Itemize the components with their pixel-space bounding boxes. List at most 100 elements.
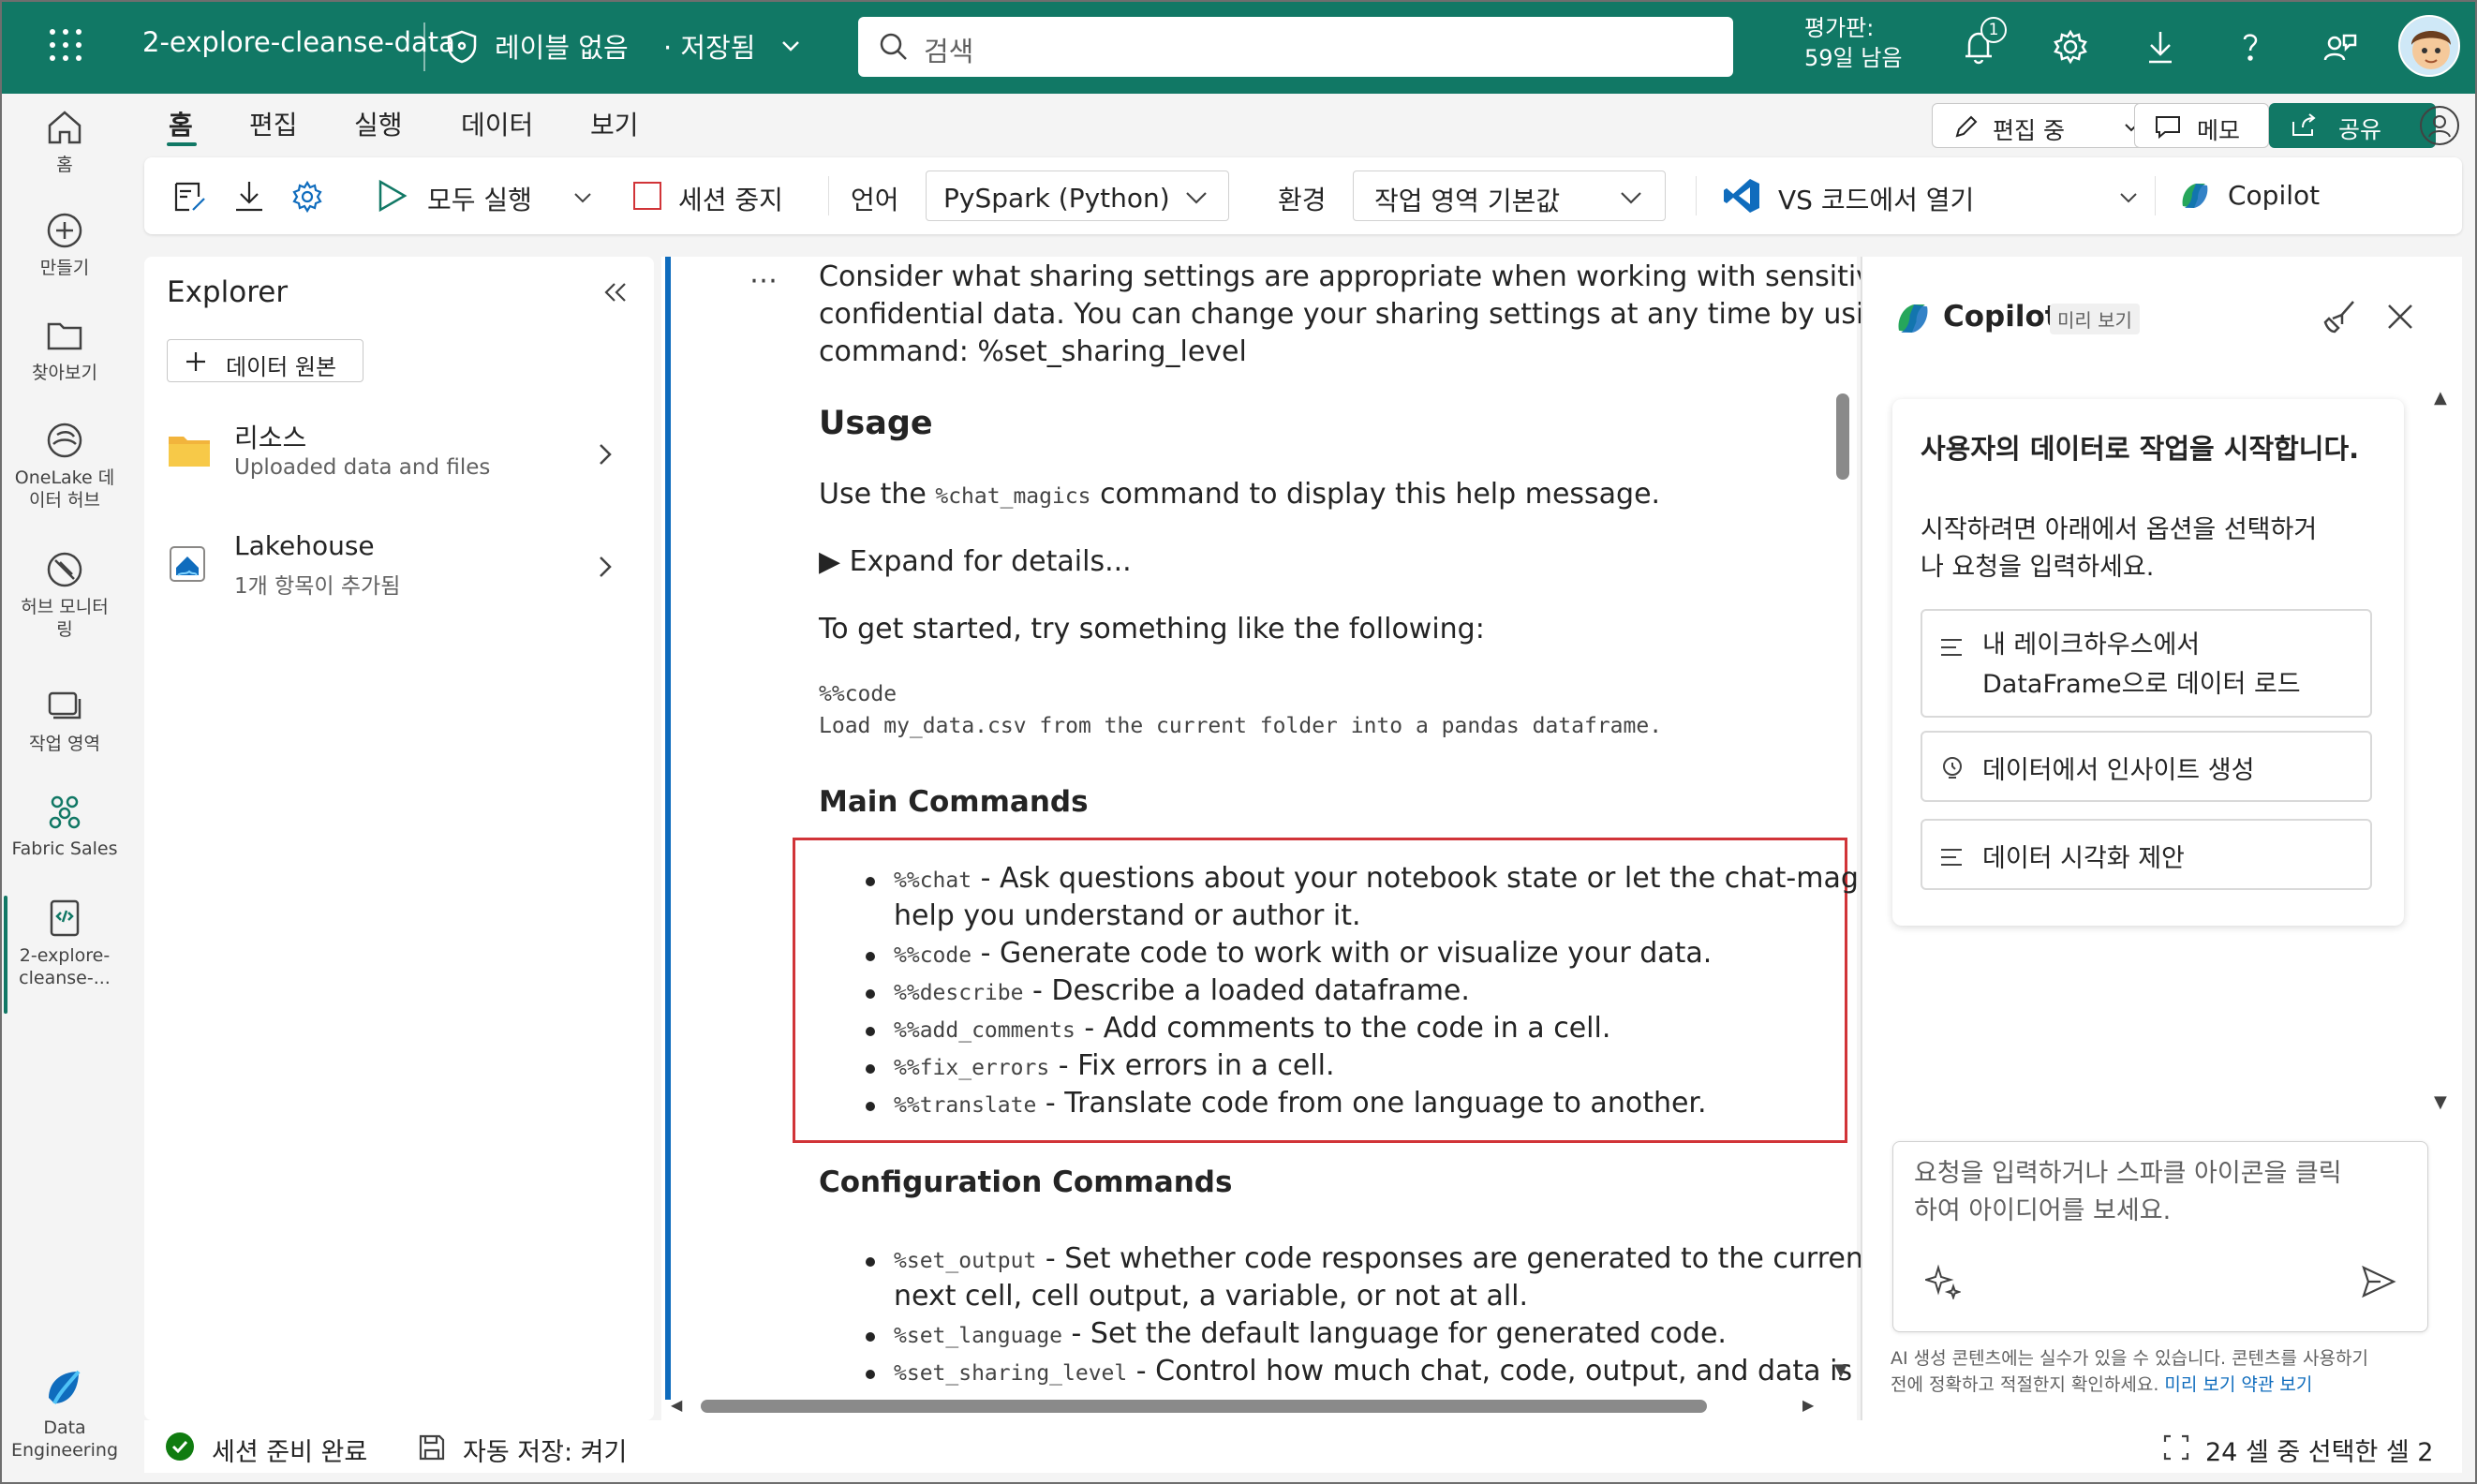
rail-item-create[interactable]: 만들기 [0,210,129,279]
list-item: %%fix_errors - Fix errors in a cell. [894,1049,1335,1082]
command-desc: - Set the default language for generated… [1062,1317,1727,1350]
rail-item-home[interactable]: 홈 [0,107,129,176]
session-status[interactable]: 세션 준비 완료 [212,1432,367,1468]
disclaimer-line-1: AI 생성 콘텐츠에는 실수가 있을 수 있습니다. 콘텐츠를 사용하기 [1891,1348,2368,1369]
explorer-title: Explorer [167,275,289,309]
rail-item-browse[interactable]: 찾아보기 [0,315,129,384]
scroll-left-arrow[interactable]: ◀ [671,1396,682,1414]
collapse-icon[interactable] [603,281,628,304]
add-data-source-button[interactable]: 데이터 원본 [167,339,363,382]
bullet [866,1332,875,1342]
stop-session-button[interactable]: 세션 중지 [633,171,811,221]
copilot-option-insights[interactable]: 데이터에서 인사이트 생성 [1921,731,2372,802]
command-desc: - Fix errors in a cell. [1049,1049,1335,1082]
collaborators-icon[interactable] [2417,103,2462,148]
tab-home[interactable]: 홈 [169,105,193,142]
code-example-line-2: Load my_data.csv from the current folder… [819,714,1663,738]
explorer-item-lakehouse[interactable]: Lakehouse 1개 항목이 추가됨 [144,519,654,613]
rail-item-fabric-sales[interactable]: Fabric Sales [0,791,129,860]
welcome-body: 시작하려면 아래에서 옵션을 선택하거 나 요청을 입력하세요. [1921,512,2317,586]
command-name: %%translate [894,1093,1037,1118]
rail-item-notebook[interactable]: 2-explore-cleanse-... [0,898,129,989]
divider [423,22,425,71]
chevron-down-icon[interactable] [781,39,800,52]
save-status[interactable]: · 저장됨 [663,26,755,66]
chevron-down-icon[interactable] [2119,191,2138,204]
disclaimer-line-2: 전에 정확하고 적절한지 확인하세요. [1891,1374,2159,1395]
bullet [866,877,875,886]
feedback-icon[interactable] [2318,24,2363,69]
rail-item-data-engineering[interactable]: Data Engineering [0,1364,129,1462]
preview-terms-link[interactable]: 미리 보기 약관 보기 [2164,1374,2312,1395]
intro-line-2: confidential data. You can change your s… [819,298,1900,331]
tab-edit[interactable]: 편집 [249,105,298,142]
usage-heading: Usage [819,405,933,442]
tab-underline [167,142,197,146]
chevron-right-icon [600,444,612,465]
autosave-status[interactable]: 자동 저장: 켜기 [463,1432,627,1468]
chevron-down-icon [1621,192,1641,204]
broom-icon[interactable] [2321,298,2359,335]
notebook-icon [50,899,80,937]
copilot-option-load-data[interactable]: 내 레이크하우스에서 DataFrame으로 데이터 로드 [1921,609,2372,718]
trial-status[interactable]: 평가판: 59일 남음 [1804,13,1902,73]
copilot-button[interactable]: Copilot [2177,171,2327,221]
cell-more-options-icon[interactable]: ⋯ [749,264,779,297]
search-input[interactable]: 검색 [858,17,1733,77]
tab-data[interactable]: 데이터 [461,105,533,142]
notebook-name[interactable]: 2-explore-cleanse-data [142,26,455,58]
expand-details-toggle[interactable]: ▶ Expand for details... [819,545,1132,578]
main-commands-heading: Main Commands [819,785,1089,819]
share-button[interactable]: 공유 [2269,103,2436,148]
vertical-scrollbar-thumb[interactable] [1836,393,1849,480]
copilot-label: Copilot [2228,180,2321,211]
editing-mode-button[interactable]: 편집 중 [1932,103,2153,148]
tab-view[interactable]: 보기 [590,105,639,142]
rail-item-monitor[interactable]: 허브 모니터링 [0,549,129,641]
lakehouse-subtitle: 1개 항목이 추가됨 [234,574,401,599]
copilot-scroll-up[interactable]: ▲ [2434,388,2447,408]
prompt-placeholder-line-2: 하여 아이디어를 보세요. [1914,1196,2172,1225]
chevron-down-icon[interactable] [573,191,592,204]
scroll-down-arrow[interactable]: ▼ [1834,1360,1847,1380]
prompt-placeholder-line-1: 요청을 입력하거나 스파클 아이콘을 클릭 [1914,1159,2342,1188]
usage-post: command to display this help message. [1090,478,1661,511]
download-icon[interactable] [2138,24,2183,69]
command-name: %set_output [894,1249,1037,1273]
usage-pre: Use the [819,478,936,511]
resources-subtitle: Uploaded data and files [234,455,491,480]
welcome-body-line-1: 시작하려면 아래에서 옵션을 선택하거 [1921,515,2318,544]
download-icon[interactable] [230,178,268,215]
pane-divider [1861,257,1862,1420]
language-select[interactable]: PySpark (Python) [926,171,1229,221]
folder-icon [169,437,210,467]
gear-icon[interactable] [289,178,326,215]
language-label: 언어 [851,185,899,215]
sparkle-icon[interactable] [1925,1264,1961,1299]
bullet [866,1370,875,1379]
gear-icon[interactable] [2048,24,2093,69]
notebook-settings-icon[interactable] [171,178,208,215]
send-icon[interactable] [2360,1264,2397,1299]
shield-icon[interactable] [446,30,478,64]
preview-badge: 미리 보기 [2050,304,2140,334]
tab-run[interactable]: 실행 [354,105,403,142]
avatar[interactable] [2398,15,2460,77]
rail-item-label: 허브 모니터링 [21,597,109,640]
scroll-right-arrow[interactable]: ▶ [1802,1396,1814,1414]
copilot-prompt-input[interactable]: 요청을 입력하거나 스파클 아이콘을 클릭 하여 아이디어를 보세요. [1892,1141,2428,1332]
rail-item-onelake[interactable]: OneLake 데이터 허브 [0,420,129,512]
copilot-scroll-down[interactable]: ▼ [2434,1092,2447,1112]
close-icon[interactable] [2385,302,2415,332]
environment-select[interactable]: 작업 영역 기본값 [1353,171,1666,221]
command-desc-cont: help you understand or author it. [894,899,1361,932]
help-icon[interactable] [2228,24,2273,69]
copilot-option-visualize[interactable]: 데이터 시각화 제안 [1921,819,2372,890]
rail-item-workspaces[interactable]: 작업 영역 [0,686,129,755]
open-in-vscode-button[interactable]: VS 코드에서 열기 [1722,171,2134,221]
app-launcher-icon[interactable] [47,26,84,64]
horizontal-scrollbar-thumb[interactable] [701,1400,1707,1413]
sensitivity-label[interactable]: 레이블 없음 [495,26,629,66]
memo-button[interactable]: 메모 [2134,103,2269,148]
explorer-item-resources[interactable]: 리소스 Uploaded data and files [144,407,654,500]
